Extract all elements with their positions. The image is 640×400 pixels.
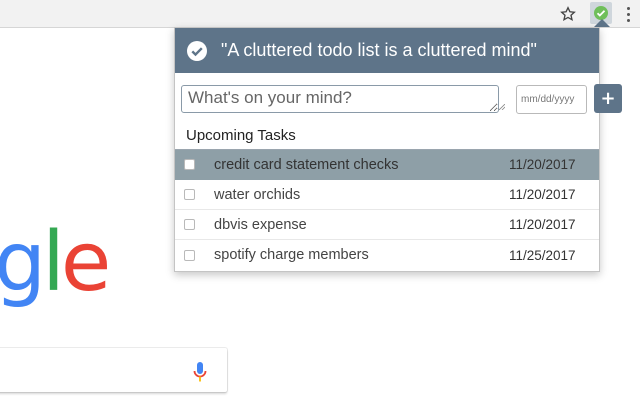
date-input[interactable]	[516, 85, 587, 114]
microphone-icon[interactable]	[192, 361, 208, 383]
task-date: 11/25/2017	[509, 247, 576, 263]
popup-arrow	[594, 19, 610, 27]
task-date: 11/20/2017	[509, 187, 576, 202]
task-text: credit card statement checks	[214, 156, 399, 173]
task-date: 11/20/2017	[509, 217, 576, 232]
task-row[interactable]: spotify charge members 11/25/2017	[175, 240, 599, 270]
task-checkbox[interactable]	[184, 189, 195, 200]
google-logo-fragment: gle	[0, 222, 111, 304]
task-text: spotify charge members	[214, 247, 369, 263]
logo-letter-g: g	[0, 215, 46, 310]
add-task-button[interactable]: +	[594, 84, 622, 113]
browser-menu-button[interactable]	[622, 4, 634, 24]
section-title: Upcoming Tasks	[186, 127, 296, 144]
popup-title: "A cluttered todo list is a cluttered mi…	[221, 40, 537, 60]
browser-toolbar	[0, 0, 640, 28]
bookmark-star-button[interactable]	[558, 4, 578, 24]
resize-grip-icon[interactable]	[499, 104, 505, 110]
task-list: credit card statement checks 11/20/2017 …	[175, 150, 599, 270]
star-icon	[560, 6, 576, 21]
logo-letter-l: l	[42, 215, 65, 310]
popup-header: "A cluttered todo list is a cluttered mi…	[175, 28, 599, 73]
task-input[interactable]	[181, 85, 499, 113]
check-circle-icon	[187, 40, 207, 61]
todo-popup: "A cluttered todo list is a cluttered mi…	[174, 27, 622, 272]
task-checkbox[interactable]	[184, 219, 195, 230]
task-text: water orchids	[214, 186, 301, 203]
task-row[interactable]: water orchids 11/20/2017	[175, 180, 599, 210]
task-row[interactable]: dbvis expense 11/20/2017	[175, 210, 599, 240]
more-vert-icon	[626, 6, 630, 22]
task-date: 11/20/2017	[509, 157, 576, 172]
task-row[interactable]: credit card statement checks 11/20/2017	[175, 150, 599, 180]
task-text: dbvis expense	[214, 216, 307, 233]
task-checkbox[interactable]	[184, 159, 195, 170]
task-checkbox[interactable]	[184, 249, 195, 261]
logo-letter-e: e	[60, 215, 111, 310]
